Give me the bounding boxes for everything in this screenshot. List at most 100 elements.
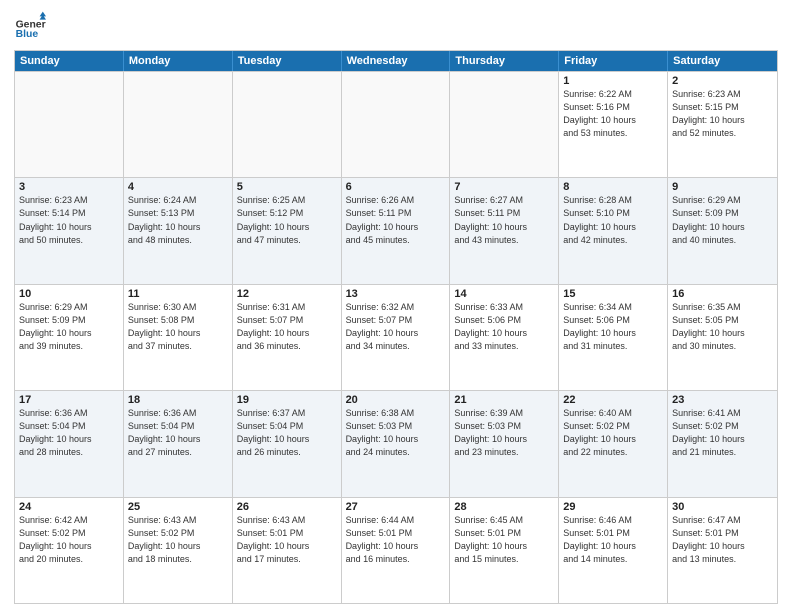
- day-number: 10: [19, 288, 119, 300]
- empty-cell: [342, 72, 451, 177]
- day-number: 4: [128, 181, 228, 193]
- day-cell-30: 30Sunrise: 6:47 AM Sunset: 5:01 PM Dayli…: [668, 498, 777, 603]
- day-info: Sunrise: 6:30 AM Sunset: 5:08 PM Dayligh…: [128, 301, 228, 353]
- day-info: Sunrise: 6:38 AM Sunset: 5:03 PM Dayligh…: [346, 407, 446, 459]
- day-number: 18: [128, 394, 228, 406]
- weekday-header-sunday: Sunday: [15, 51, 124, 71]
- calendar-header: SundayMondayTuesdayWednesdayThursdayFrid…: [15, 51, 777, 71]
- day-cell-25: 25Sunrise: 6:43 AM Sunset: 5:02 PM Dayli…: [124, 498, 233, 603]
- weekday-header-monday: Monday: [124, 51, 233, 71]
- day-cell-26: 26Sunrise: 6:43 AM Sunset: 5:01 PM Dayli…: [233, 498, 342, 603]
- day-cell-22: 22Sunrise: 6:40 AM Sunset: 5:02 PM Dayli…: [559, 391, 668, 496]
- weekday-header-saturday: Saturday: [668, 51, 777, 71]
- day-info: Sunrise: 6:31 AM Sunset: 5:07 PM Dayligh…: [237, 301, 337, 353]
- day-cell-5: 5Sunrise: 6:25 AM Sunset: 5:12 PM Daylig…: [233, 178, 342, 283]
- day-info: Sunrise: 6:43 AM Sunset: 5:02 PM Dayligh…: [128, 514, 228, 566]
- day-number: 24: [19, 501, 119, 513]
- day-number: 14: [454, 288, 554, 300]
- day-cell-9: 9Sunrise: 6:29 AM Sunset: 5:09 PM Daylig…: [668, 178, 777, 283]
- day-number: 27: [346, 501, 446, 513]
- day-number: 21: [454, 394, 554, 406]
- day-number: 26: [237, 501, 337, 513]
- day-info: Sunrise: 6:35 AM Sunset: 5:05 PM Dayligh…: [672, 301, 773, 353]
- day-number: 17: [19, 394, 119, 406]
- day-number: 6: [346, 181, 446, 193]
- day-cell-10: 10Sunrise: 6:29 AM Sunset: 5:09 PM Dayli…: [15, 285, 124, 390]
- day-number: 15: [563, 288, 663, 300]
- day-info: Sunrise: 6:34 AM Sunset: 5:06 PM Dayligh…: [563, 301, 663, 353]
- calendar-body: 1Sunrise: 6:22 AM Sunset: 5:16 PM Daylig…: [15, 71, 777, 603]
- day-info: Sunrise: 6:26 AM Sunset: 5:11 PM Dayligh…: [346, 194, 446, 246]
- day-cell-13: 13Sunrise: 6:32 AM Sunset: 5:07 PM Dayli…: [342, 285, 451, 390]
- day-number: 7: [454, 181, 554, 193]
- day-cell-4: 4Sunrise: 6:24 AM Sunset: 5:13 PM Daylig…: [124, 178, 233, 283]
- day-cell-24: 24Sunrise: 6:42 AM Sunset: 5:02 PM Dayli…: [15, 498, 124, 603]
- day-info: Sunrise: 6:46 AM Sunset: 5:01 PM Dayligh…: [563, 514, 663, 566]
- day-info: Sunrise: 6:37 AM Sunset: 5:04 PM Dayligh…: [237, 407, 337, 459]
- empty-cell: [233, 72, 342, 177]
- day-number: 28: [454, 501, 554, 513]
- day-cell-23: 23Sunrise: 6:41 AM Sunset: 5:02 PM Dayli…: [668, 391, 777, 496]
- calendar-row-0: 1Sunrise: 6:22 AM Sunset: 5:16 PM Daylig…: [15, 71, 777, 177]
- weekday-header-wednesday: Wednesday: [342, 51, 451, 71]
- day-info: Sunrise: 6:28 AM Sunset: 5:10 PM Dayligh…: [563, 194, 663, 246]
- day-number: 22: [563, 394, 663, 406]
- day-number: 3: [19, 181, 119, 193]
- day-info: Sunrise: 6:45 AM Sunset: 5:01 PM Dayligh…: [454, 514, 554, 566]
- day-number: 19: [237, 394, 337, 406]
- empty-cell: [450, 72, 559, 177]
- day-number: 2: [672, 75, 773, 87]
- logo-icon: General Blue: [14, 10, 46, 42]
- day-number: 9: [672, 181, 773, 193]
- day-cell-20: 20Sunrise: 6:38 AM Sunset: 5:03 PM Dayli…: [342, 391, 451, 496]
- day-cell-17: 17Sunrise: 6:36 AM Sunset: 5:04 PM Dayli…: [15, 391, 124, 496]
- day-info: Sunrise: 6:23 AM Sunset: 5:15 PM Dayligh…: [672, 88, 773, 140]
- day-info: Sunrise: 6:32 AM Sunset: 5:07 PM Dayligh…: [346, 301, 446, 353]
- empty-cell: [15, 72, 124, 177]
- day-info: Sunrise: 6:36 AM Sunset: 5:04 PM Dayligh…: [128, 407, 228, 459]
- day-cell-6: 6Sunrise: 6:26 AM Sunset: 5:11 PM Daylig…: [342, 178, 451, 283]
- calendar-row-2: 10Sunrise: 6:29 AM Sunset: 5:09 PM Dayli…: [15, 284, 777, 390]
- day-number: 30: [672, 501, 773, 513]
- day-info: Sunrise: 6:43 AM Sunset: 5:01 PM Dayligh…: [237, 514, 337, 566]
- day-info: Sunrise: 6:36 AM Sunset: 5:04 PM Dayligh…: [19, 407, 119, 459]
- day-cell-18: 18Sunrise: 6:36 AM Sunset: 5:04 PM Dayli…: [124, 391, 233, 496]
- day-cell-7: 7Sunrise: 6:27 AM Sunset: 5:11 PM Daylig…: [450, 178, 559, 283]
- day-cell-15: 15Sunrise: 6:34 AM Sunset: 5:06 PM Dayli…: [559, 285, 668, 390]
- day-info: Sunrise: 6:25 AM Sunset: 5:12 PM Dayligh…: [237, 194, 337, 246]
- empty-cell: [124, 72, 233, 177]
- day-cell-27: 27Sunrise: 6:44 AM Sunset: 5:01 PM Dayli…: [342, 498, 451, 603]
- day-cell-1: 1Sunrise: 6:22 AM Sunset: 5:16 PM Daylig…: [559, 72, 668, 177]
- day-info: Sunrise: 6:24 AM Sunset: 5:13 PM Dayligh…: [128, 194, 228, 246]
- day-number: 13: [346, 288, 446, 300]
- day-number: 29: [563, 501, 663, 513]
- day-cell-28: 28Sunrise: 6:45 AM Sunset: 5:01 PM Dayli…: [450, 498, 559, 603]
- day-number: 23: [672, 394, 773, 406]
- day-number: 11: [128, 288, 228, 300]
- weekday-header-tuesday: Tuesday: [233, 51, 342, 71]
- day-cell-3: 3Sunrise: 6:23 AM Sunset: 5:14 PM Daylig…: [15, 178, 124, 283]
- day-info: Sunrise: 6:23 AM Sunset: 5:14 PM Dayligh…: [19, 194, 119, 246]
- day-cell-29: 29Sunrise: 6:46 AM Sunset: 5:01 PM Dayli…: [559, 498, 668, 603]
- day-cell-12: 12Sunrise: 6:31 AM Sunset: 5:07 PM Dayli…: [233, 285, 342, 390]
- day-cell-8: 8Sunrise: 6:28 AM Sunset: 5:10 PM Daylig…: [559, 178, 668, 283]
- calendar-row-4: 24Sunrise: 6:42 AM Sunset: 5:02 PM Dayli…: [15, 497, 777, 603]
- day-info: Sunrise: 6:29 AM Sunset: 5:09 PM Dayligh…: [19, 301, 119, 353]
- day-info: Sunrise: 6:47 AM Sunset: 5:01 PM Dayligh…: [672, 514, 773, 566]
- day-cell-19: 19Sunrise: 6:37 AM Sunset: 5:04 PM Dayli…: [233, 391, 342, 496]
- day-info: Sunrise: 6:39 AM Sunset: 5:03 PM Dayligh…: [454, 407, 554, 459]
- day-number: 20: [346, 394, 446, 406]
- day-number: 12: [237, 288, 337, 300]
- day-cell-21: 21Sunrise: 6:39 AM Sunset: 5:03 PM Dayli…: [450, 391, 559, 496]
- day-number: 16: [672, 288, 773, 300]
- day-info: Sunrise: 6:42 AM Sunset: 5:02 PM Dayligh…: [19, 514, 119, 566]
- day-number: 5: [237, 181, 337, 193]
- weekday-header-friday: Friday: [559, 51, 668, 71]
- page: General Blue SundayMondayTuesdayWednesda…: [0, 0, 792, 612]
- calendar: SundayMondayTuesdayWednesdayThursdayFrid…: [14, 50, 778, 604]
- svg-text:Blue: Blue: [16, 29, 39, 40]
- weekday-header-thursday: Thursday: [450, 51, 559, 71]
- day-info: Sunrise: 6:29 AM Sunset: 5:09 PM Dayligh…: [672, 194, 773, 246]
- day-info: Sunrise: 6:40 AM Sunset: 5:02 PM Dayligh…: [563, 407, 663, 459]
- day-cell-2: 2Sunrise: 6:23 AM Sunset: 5:15 PM Daylig…: [668, 72, 777, 177]
